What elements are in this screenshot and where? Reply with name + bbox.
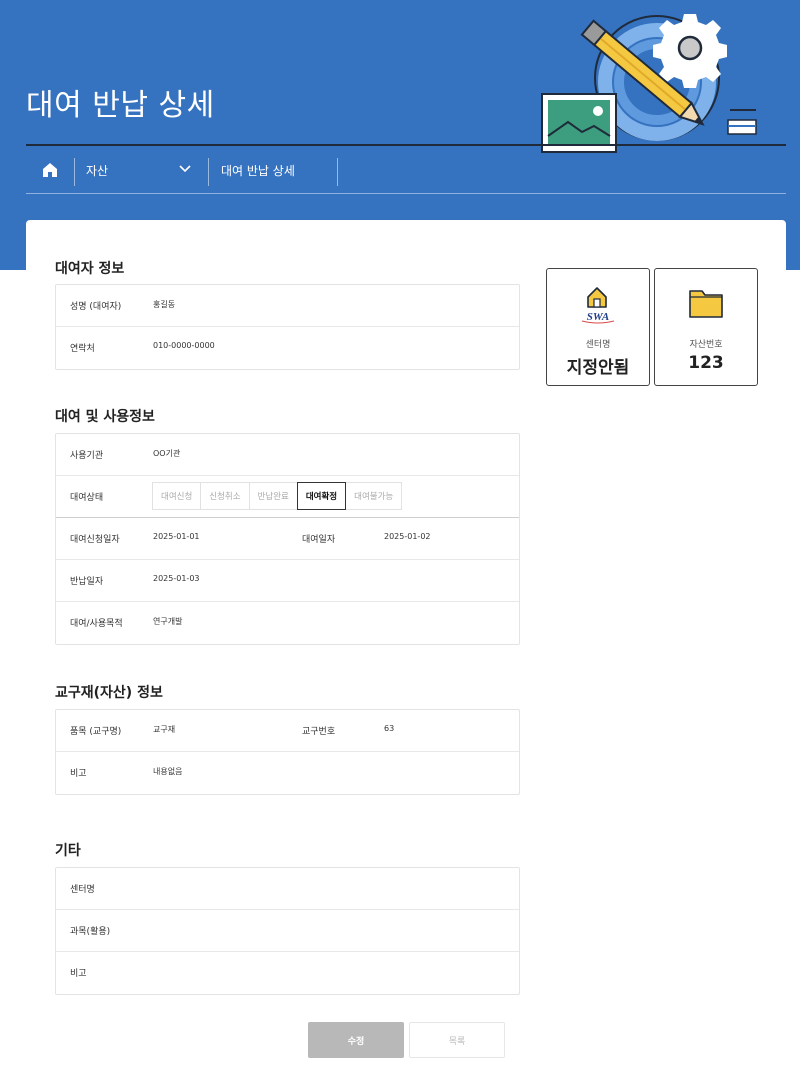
table-row: 반납일자 2025-01-03 [56, 560, 519, 602]
house-logo-icon: SWA [581, 287, 615, 324]
request-date-label: 대여신청일자 [70, 535, 120, 545]
etc-note-label: 비고 [70, 969, 87, 979]
note-value: 내용없음 [153, 767, 183, 776]
center-value: 지정안됨 [566, 358, 630, 378]
rent-date-label: 대여일자 [302, 535, 336, 545]
section-title-borrower: 대여자 정보 [55, 261, 125, 277]
status-option-requested[interactable]: 대여신청 [152, 482, 202, 510]
table-row: 센터명 [56, 868, 519, 910]
asset-summary-card: 자산번호 123 [654, 268, 758, 386]
purpose-label: 대여/사용목적 [70, 619, 123, 629]
center-label: 센터명 [585, 340, 611, 350]
asset-number-card-value: 123 [688, 353, 724, 373]
section-title-asset: 교구재(자산) 정보 [55, 685, 163, 701]
table-row: 연락처 010-0000-0000 [56, 327, 519, 369]
asset-number-label: 교구번호 [302, 727, 336, 737]
item-value: 교구재 [153, 725, 176, 734]
status-option-unavailable[interactable]: 대여불가능 [345, 482, 403, 510]
table-row: 성명 (대여자) 홍길동 [56, 285, 519, 327]
asset-number-value: 63 [384, 724, 395, 733]
contact-label: 연락처 [70, 344, 95, 354]
status-option-confirmed[interactable]: 대여확정 [296, 482, 347, 510]
table-row: 과목(활용) [56, 910, 519, 952]
asset-info-table: 품목 (교구명) 교구재 교구번호 63 비고 내용없음 [55, 709, 520, 795]
home-icon[interactable] [40, 160, 60, 180]
name-value: 홍길동 [153, 300, 176, 309]
folder-icon [689, 290, 723, 318]
logo-text: SWA [587, 311, 609, 323]
table-row: 사용기관 OO기관 [56, 434, 519, 476]
status-option-cancelled[interactable]: 신청취소 [200, 482, 250, 510]
chevron-down-icon[interactable] [178, 162, 192, 176]
asset-card-icon-wrap [655, 285, 757, 325]
breadcrumb: 자산 대여 반납 상세 [26, 146, 786, 194]
etc-info-table: 센터명 과목(활용) 비고 [55, 867, 520, 995]
table-row: 대여상태 대여신청 신청취소 반납완료 대여확정 대여불가능 [56, 476, 519, 518]
breadcrumb-separator [337, 158, 338, 186]
breadcrumb-separator [74, 158, 75, 186]
breadcrumb-current: 대여 반납 상세 [221, 164, 295, 178]
pencil-gear-illustration [541, 14, 757, 153]
status-option-returned[interactable]: 반납완료 [248, 482, 298, 510]
status-button-group: 대여신청 신청취소 반납완료 대여확정 대여불가능 [152, 482, 403, 510]
edit-button[interactable]: 수정 [308, 1022, 404, 1058]
section-title-rental: 대여 및 사용정보 [55, 409, 155, 425]
table-row: 비고 내용없음 [56, 752, 519, 794]
center-name-label: 센터명 [70, 885, 95, 895]
breadcrumb-asset[interactable]: 자산 [86, 162, 108, 179]
rental-info-table: 사용기관 OO기관 대여상태 대여신청 신청취소 반납완료 대여확정 대여불가능… [55, 433, 520, 645]
table-row: 비고 [56, 952, 519, 994]
request-date-value: 2025-01-01 [153, 532, 200, 541]
org-label: 사용기관 [70, 451, 104, 461]
center-summary-card: SWA 센터명 지정안됨 [546, 268, 650, 386]
breadcrumb-separator [208, 158, 209, 186]
table-row: 대여/사용목적 연구개발 [56, 602, 519, 644]
return-date-value: 2025-01-03 [153, 574, 200, 583]
asset-number-card-label: 자산번호 [689, 340, 723, 350]
org-value: OO기관 [153, 449, 181, 458]
borrower-info-table: 성명 (대여자) 홍길동 연락처 010-0000-0000 [55, 284, 520, 370]
name-label: 성명 (대여자) [70, 302, 122, 312]
status-label: 대여상태 [70, 493, 104, 503]
center-logo: SWA [547, 285, 649, 325]
table-row: 대여신청일자 2025-01-01 대여일자 2025-01-02 [56, 518, 519, 560]
page-title: 대여 반납 상세 [26, 88, 215, 123]
section-title-etc: 기타 [55, 843, 81, 859]
list-button[interactable]: 목록 [409, 1022, 505, 1058]
return-date-label: 반납일자 [70, 577, 104, 587]
purpose-value: 연구개발 [153, 617, 183, 626]
contact-value: 010-0000-0000 [153, 341, 215, 350]
subject-label: 과목(활용) [70, 927, 111, 937]
table-row: 품목 (교구명) 교구재 교구번호 63 [56, 710, 519, 752]
note-label: 비고 [70, 769, 87, 779]
rent-date-value: 2025-01-02 [384, 532, 431, 541]
item-label: 품목 (교구명) [70, 727, 122, 737]
